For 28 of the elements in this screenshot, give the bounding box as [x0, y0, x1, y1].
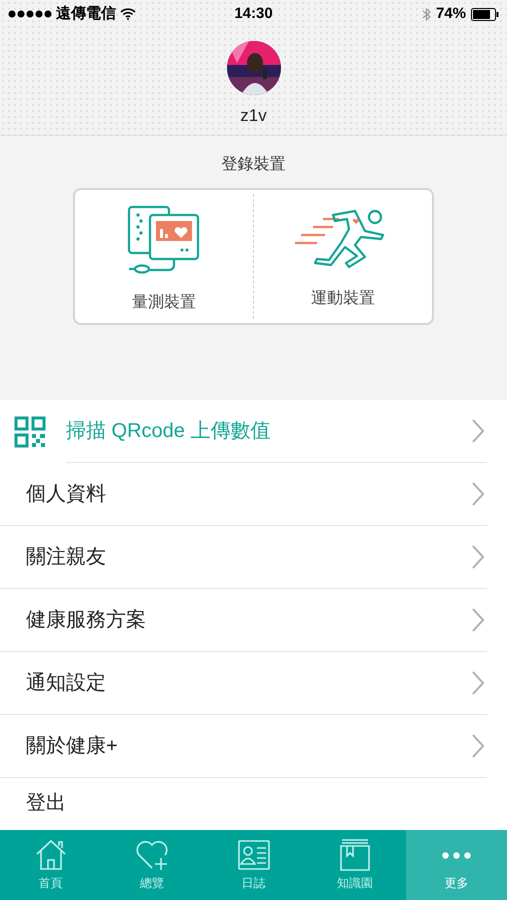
menu-item[interactable]: 個人資料 — [0, 463, 507, 526]
chevron-right-icon — [471, 607, 485, 633]
wifi-icon — [120, 8, 136, 20]
section-title: 登錄裝置 — [222, 154, 286, 175]
chevron-right-icon — [471, 418, 485, 444]
status-time: 14:30 — [234, 4, 273, 24]
menu-item[interactable]: 登出 — [0, 778, 507, 828]
profile-card-icon — [236, 838, 272, 872]
battery-icon — [471, 8, 499, 20]
bluetooth-icon — [422, 6, 431, 22]
chevron-right-icon — [471, 481, 485, 507]
carrier-name: 遠傳電信 — [56, 4, 116, 24]
heart-plus-icon — [134, 838, 170, 872]
device-option[interactable]: 量測裝置 — [75, 190, 253, 323]
device-option[interactable]: 運動裝置 — [253, 194, 432, 319]
chevron-right-icon — [471, 544, 485, 570]
menu-item[interactable]: 通知設定 — [0, 652, 507, 715]
signal-icon — [8, 10, 52, 18]
menu-item[interactable]: 關注親友 — [0, 526, 507, 589]
chevron-right-icon — [471, 670, 485, 696]
menu-item[interactable]: 健康服務方案 — [0, 589, 507, 652]
blood-pressure-monitor-icon — [126, 205, 202, 275]
more-dots-icon — [442, 852, 471, 858]
menu-item[interactable]: 關於健康+ — [0, 715, 507, 778]
chevron-right-icon — [471, 733, 485, 759]
battery-percent: 74% — [436, 4, 466, 24]
user-name: z1v — [240, 105, 267, 127]
qr-code-icon — [14, 416, 46, 448]
